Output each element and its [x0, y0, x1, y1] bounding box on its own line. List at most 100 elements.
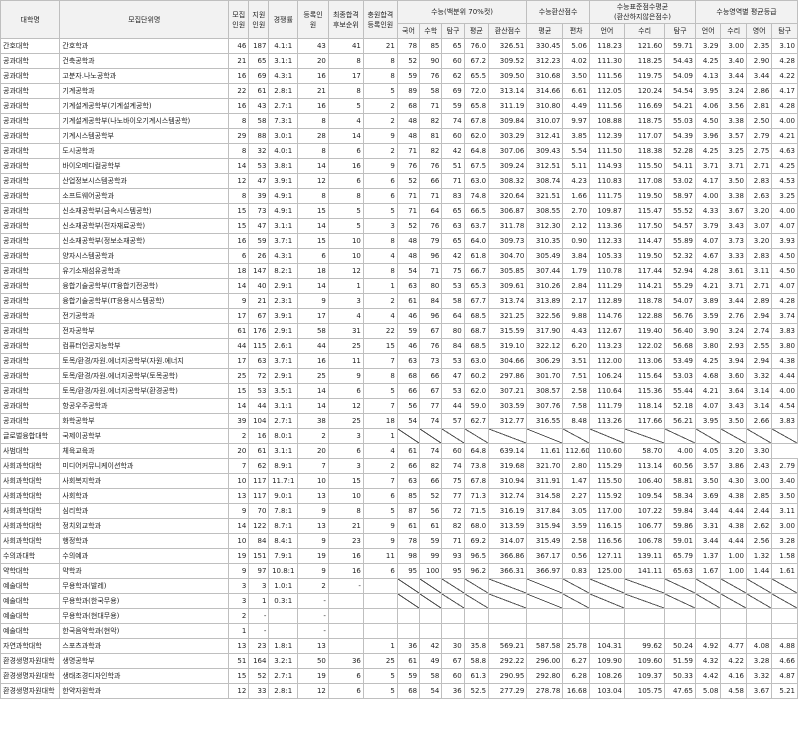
table-cell: 114.47: [623, 233, 666, 249]
table-cell: 72: [441, 503, 465, 519]
table-cell: 67: [441, 653, 465, 669]
table-cell: 115.47: [623, 203, 666, 219]
table-cell: [488, 593, 528, 609]
table-cell: 13: [297, 638, 329, 654]
cell-major: 한국음악학과(현악): [59, 623, 230, 639]
table-cell: 71: [396, 143, 421, 159]
table-cell: 307.06: [488, 143, 528, 159]
table-cell: 3: [228, 593, 250, 609]
table-cell: 0.90: [562, 233, 590, 249]
table-cell: 321.70: [526, 458, 564, 474]
table-cell: 115.50: [623, 158, 666, 174]
table-cell: 314.07: [488, 533, 528, 549]
table-cell: 125.00: [588, 563, 625, 579]
table-cell: 68.5: [463, 338, 490, 354]
table-cell: 1.0:1: [268, 578, 299, 594]
table-cell: 4.38: [771, 353, 798, 369]
table-cell: 111.56: [588, 98, 625, 114]
table-cell: 4.9:1: [268, 188, 299, 204]
table-cell: 64: [419, 203, 443, 219]
table-cell: [771, 593, 798, 609]
table-row: 공과대학 신소재공학부(금속시스템공학) 15 73 4.9:1 15 5 5 71 64 65 66…: [0, 203, 798, 219]
table-cell: 66.7: [463, 263, 490, 279]
table-cell: 113.23: [588, 338, 625, 354]
table-cell: 56: [396, 398, 421, 414]
table-cell: 4.0:1: [268, 143, 299, 159]
table-cell: [327, 623, 364, 639]
cell-college: 공과대학: [0, 68, 61, 84]
table-cell: 1.32: [745, 548, 773, 564]
table-cell: 15: [327, 473, 364, 489]
table-cell: 4.9:1: [268, 203, 299, 219]
table-cell: 9: [228, 563, 250, 579]
table-cell: 3.67: [745, 683, 773, 699]
table-cell: 80: [441, 323, 465, 339]
table-cell: 59: [419, 533, 443, 549]
table-cell: 23: [327, 533, 364, 549]
header-converted-group: 수능환산점수: [526, 0, 590, 24]
table-cell: 121.60: [623, 38, 666, 54]
table-cell: 85: [396, 488, 421, 504]
table-cell: 12: [228, 683, 250, 699]
cell-college: 간호대학: [0, 38, 61, 54]
table-cell: 36: [327, 653, 364, 669]
table-cell: 3.69: [695, 488, 722, 504]
table-cell: 3.7:1: [268, 353, 299, 369]
table-cell: 53: [248, 383, 270, 399]
table-cell: 13: [228, 488, 250, 504]
table-cell: [695, 593, 722, 609]
table-cell: 69: [248, 68, 270, 84]
table-cell: 79: [419, 233, 443, 249]
table-cell: [419, 428, 443, 444]
table-cell: 319.68: [488, 458, 528, 474]
cell-major: 전자공학부: [59, 323, 230, 339]
table-row: 공과대학 고분자.나노공학과 16 69 4.3:1 16 17 8 59 76 62 65.5 309…: [0, 68, 798, 84]
table-cell: 59.86: [664, 518, 697, 534]
table-cell: 112.05: [588, 83, 625, 99]
table-cell: 14: [327, 128, 364, 144]
cell-major: 국제이공학부: [59, 428, 230, 444]
table-cell: 1.00: [720, 563, 747, 579]
cell-major: 수의예과: [59, 548, 230, 564]
table-cell: 119.75: [623, 68, 666, 84]
table-cell: 4.21: [695, 278, 722, 294]
table-cell: 4.28: [695, 263, 722, 279]
table-cell: [623, 428, 666, 444]
table-cell: 118.75: [623, 113, 666, 129]
table-cell: -: [297, 623, 329, 639]
table-cell: 71: [441, 533, 465, 549]
table-cell: 2.17: [562, 293, 590, 309]
table-cell: [327, 593, 364, 609]
table-cell: 117.66: [623, 413, 666, 429]
table-cell: 8: [327, 53, 364, 69]
table-cell: 106.40: [623, 473, 666, 489]
table-cell: [664, 608, 697, 624]
table-row: 공과대학 소프트웨어공학과 8 39 4.9:1 8 8 6 71 71 83 74.8 320.64 3…: [0, 188, 798, 204]
cell-college: 공과대학: [0, 308, 61, 324]
table-row: 사회과학대학 사회학과 13 117 9.0:1 13 10 6 85 52 77 71.3 312.7…: [0, 488, 798, 504]
table-cell: [526, 578, 564, 594]
table-cell: 58.97: [664, 188, 697, 204]
table-cell: 310.35: [526, 233, 564, 249]
table-cell: 5: [327, 218, 364, 234]
table-cell: [362, 593, 398, 609]
subheader-percentile-4: 환산점수: [488, 23, 528, 39]
table-cell: 1.58: [771, 548, 798, 564]
table-cell: 9: [327, 368, 364, 384]
table-cell: 68: [396, 98, 421, 114]
table-cell: 4.22: [771, 68, 798, 84]
table-cell: [441, 428, 465, 444]
table-cell: 67.5: [463, 158, 490, 174]
table-cell: 110.60: [588, 443, 625, 459]
table-cell: 44: [248, 398, 270, 414]
table-row: 예술대학 무용학과(발레) 3 3 1.0:1 2-: [0, 578, 798, 594]
table-cell: 55.29: [664, 278, 697, 294]
table-cell: 68.5: [463, 308, 490, 324]
cell-major: 한약자원학과: [59, 683, 230, 699]
table-cell: 20: [228, 443, 250, 459]
table-cell: 18: [297, 263, 329, 279]
table-cell: 3.40: [720, 53, 747, 69]
table-cell: 3.33: [720, 248, 747, 264]
table-cell: 9: [362, 128, 398, 144]
cell-college: 공과대학: [0, 158, 61, 174]
